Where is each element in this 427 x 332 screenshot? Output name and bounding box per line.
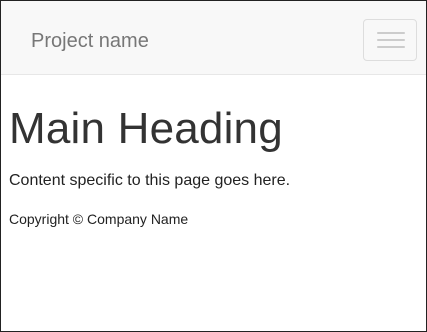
page-frame: Project name Main Heading Content specif…: [0, 0, 427, 332]
hamburger-icon-bar-top: [377, 32, 405, 34]
page-content-text: Content specific to this page goes here.: [9, 172, 291, 189]
footer-copyright: Copyright © Company Name: [9, 211, 189, 227]
navbar: Project name: [1, 1, 426, 75]
navbar-toggle-button[interactable]: [363, 19, 417, 61]
main-heading: Main Heading: [9, 104, 283, 153]
navbar-brand[interactable]: Project name: [31, 29, 149, 53]
hamburger-icon-bar-middle: [377, 39, 405, 41]
hamburger-icon-bar-bottom: [377, 46, 405, 48]
